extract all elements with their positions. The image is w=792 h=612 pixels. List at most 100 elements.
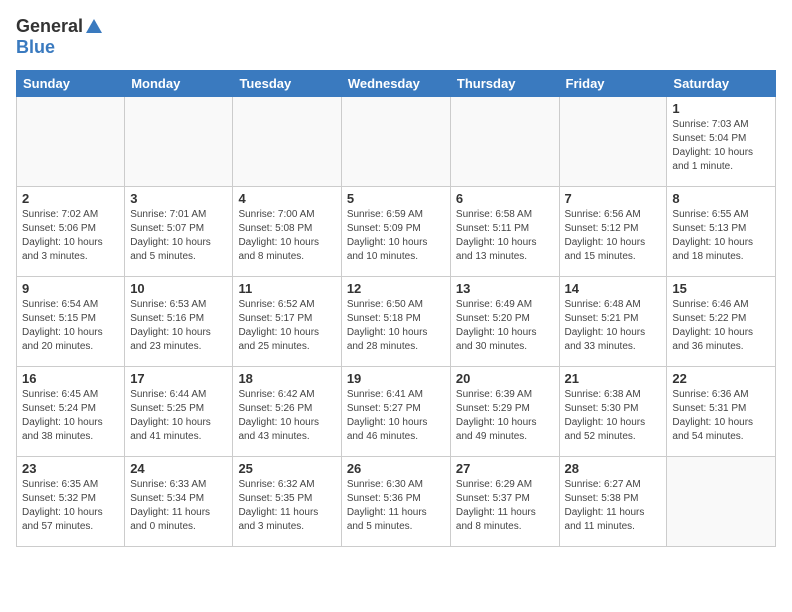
- day-number: 8: [672, 191, 770, 206]
- day-info: Sunrise: 7:02 AM Sunset: 5:06 PM Dayligh…: [22, 208, 119, 264]
- day-info: Sunrise: 6:38 AM Sunset: 5:30 PM Dayligh…: [565, 388, 662, 444]
- day-info: Sunrise: 6:54 AM Sunset: 5:15 PM Dayligh…: [22, 298, 119, 354]
- calendar-cell-w3d4: 20 Sunrise: 6:39 AM Sunset: 5:29 PM Dayli…: [450, 367, 559, 457]
- logo-icon: [85, 17, 103, 35]
- page-header: General Blue: [16, 16, 776, 58]
- calendar-cell-w2d6: 15 Sunrise: 6:46 AM Sunset: 5:22 PM Dayli…: [667, 277, 776, 367]
- day-info: Sunrise: 6:30 AM Sunset: 5:36 PM Dayligh…: [347, 478, 445, 534]
- day-info: Sunrise: 6:59 AM Sunset: 5:09 PM Dayligh…: [347, 208, 445, 264]
- day-number: 2: [22, 191, 119, 206]
- calendar-cell-w1d6: 8 Sunrise: 6:55 AM Sunset: 5:13 PM Daylig…: [667, 187, 776, 277]
- day-info: Sunrise: 6:46 AM Sunset: 5:22 PM Dayligh…: [672, 298, 770, 354]
- calendar-cell-w0d1: [125, 97, 233, 187]
- calendar-cell-w2d5: 14 Sunrise: 6:48 AM Sunset: 5:21 PM Dayli…: [559, 277, 667, 367]
- day-number: 27: [456, 461, 554, 476]
- calendar-cell-w1d3: 5 Sunrise: 6:59 AM Sunset: 5:09 PM Daylig…: [341, 187, 450, 277]
- day-number: 20: [456, 371, 554, 386]
- calendar-cell-w0d2: [233, 97, 341, 187]
- day-info: Sunrise: 6:32 AM Sunset: 5:35 PM Dayligh…: [238, 478, 335, 534]
- calendar-cell-w0d6: 1 Sunrise: 7:03 AM Sunset: 5:04 PM Daylig…: [667, 97, 776, 187]
- day-number: 12: [347, 281, 445, 296]
- day-info: Sunrise: 6:36 AM Sunset: 5:31 PM Dayligh…: [672, 388, 770, 444]
- week-row-0: 1 Sunrise: 7:03 AM Sunset: 5:04 PM Daylig…: [17, 97, 776, 187]
- calendar-cell-w1d4: 6 Sunrise: 6:58 AM Sunset: 5:11 PM Daylig…: [450, 187, 559, 277]
- weekday-header-row: SundayMondayTuesdayWednesdayThursdayFrid…: [17, 71, 776, 97]
- weekday-header-saturday: Saturday: [667, 71, 776, 97]
- calendar-cell-w1d0: 2 Sunrise: 7:02 AM Sunset: 5:06 PM Daylig…: [17, 187, 125, 277]
- day-number: 6: [456, 191, 554, 206]
- calendar-cell-w3d6: 22 Sunrise: 6:36 AM Sunset: 5:31 PM Dayli…: [667, 367, 776, 457]
- week-row-4: 23Sunrise: 6:35 AM Sunset: 5:32 PM Dayli…: [17, 457, 776, 547]
- day-info: Sunrise: 7:03 AM Sunset: 5:04 PM Dayligh…: [672, 118, 770, 174]
- day-number: 11: [238, 281, 335, 296]
- day-info: Sunrise: 6:33 AM Sunset: 5:34 PM Dayligh…: [130, 478, 227, 534]
- day-number: 26: [347, 461, 445, 476]
- day-number: 18: [238, 371, 335, 386]
- calendar-cell-w1d5: 7 Sunrise: 6:56 AM Sunset: 5:12 PM Daylig…: [559, 187, 667, 277]
- day-number: 25: [238, 461, 335, 476]
- weekday-header-sunday: Sunday: [17, 71, 125, 97]
- calendar-cell-w1d1: 3 Sunrise: 7:01 AM Sunset: 5:07 PM Daylig…: [125, 187, 233, 277]
- day-number: 19: [347, 371, 445, 386]
- day-number: 1: [672, 101, 770, 116]
- day-number: 28: [565, 461, 662, 476]
- day-info: Sunrise: 7:01 AM Sunset: 5:07 PM Dayligh…: [130, 208, 227, 264]
- calendar-cell-w1d2: 4Sunrise: 7:00 AM Sunset: 5:08 PM Daylig…: [233, 187, 341, 277]
- calendar-cell-w0d5: [559, 97, 667, 187]
- day-info: Sunrise: 6:35 AM Sunset: 5:32 PM Dayligh…: [22, 478, 119, 534]
- day-number: 7: [565, 191, 662, 206]
- week-row-1: 2 Sunrise: 7:02 AM Sunset: 5:06 PM Daylig…: [17, 187, 776, 277]
- calendar-cell-w4d0: 23Sunrise: 6:35 AM Sunset: 5:32 PM Dayli…: [17, 457, 125, 547]
- logo-general-text: General: [16, 16, 83, 37]
- day-number: 22: [672, 371, 770, 386]
- day-info: Sunrise: 6:39 AM Sunset: 5:29 PM Dayligh…: [456, 388, 554, 444]
- calendar-cell-w4d4: 27Sunrise: 6:29 AM Sunset: 5:37 PM Dayli…: [450, 457, 559, 547]
- day-info: Sunrise: 6:53 AM Sunset: 5:16 PM Dayligh…: [130, 298, 227, 354]
- calendar-cell-w0d3: [341, 97, 450, 187]
- day-info: Sunrise: 6:55 AM Sunset: 5:13 PM Dayligh…: [672, 208, 770, 264]
- day-info: Sunrise: 6:58 AM Sunset: 5:11 PM Dayligh…: [456, 208, 554, 264]
- day-number: 21: [565, 371, 662, 386]
- day-number: 16: [22, 371, 119, 386]
- calendar-cell-w2d1: 10 Sunrise: 6:53 AM Sunset: 5:16 PM Dayli…: [125, 277, 233, 367]
- weekday-header-wednesday: Wednesday: [341, 71, 450, 97]
- day-number: 24: [130, 461, 227, 476]
- weekday-header-thursday: Thursday: [450, 71, 559, 97]
- week-row-2: 9 Sunrise: 6:54 AM Sunset: 5:15 PM Daylig…: [17, 277, 776, 367]
- calendar-cell-w3d0: 16 Sunrise: 6:45 AM Sunset: 5:24 PM Dayli…: [17, 367, 125, 457]
- calendar-cell-w3d3: 19 Sunrise: 6:41 AM Sunset: 5:27 PM Dayli…: [341, 367, 450, 457]
- day-info: Sunrise: 6:27 AM Sunset: 5:38 PM Dayligh…: [565, 478, 662, 534]
- day-number: 3: [130, 191, 227, 206]
- calendar-cell-w2d3: 12 Sunrise: 6:50 AM Sunset: 5:18 PM Dayli…: [341, 277, 450, 367]
- day-info: Sunrise: 6:49 AM Sunset: 5:20 PM Dayligh…: [456, 298, 554, 354]
- calendar-cell-w0d4: [450, 97, 559, 187]
- weekday-header-monday: Monday: [125, 71, 233, 97]
- day-number: 10: [130, 281, 227, 296]
- day-info: Sunrise: 6:45 AM Sunset: 5:24 PM Dayligh…: [22, 388, 119, 444]
- day-number: 14: [565, 281, 662, 296]
- calendar-cell-w3d5: 21 Sunrise: 6:38 AM Sunset: 5:30 PM Dayli…: [559, 367, 667, 457]
- day-number: 9: [22, 281, 119, 296]
- calendar-cell-w3d1: 17 Sunrise: 6:44 AM Sunset: 5:25 PM Dayli…: [125, 367, 233, 457]
- day-info: Sunrise: 6:48 AM Sunset: 5:21 PM Dayligh…: [565, 298, 662, 354]
- week-row-3: 16 Sunrise: 6:45 AM Sunset: 5:24 PM Dayli…: [17, 367, 776, 457]
- calendar-cell-w4d1: 24 Sunrise: 6:33 AM Sunset: 5:34 PM Dayli…: [125, 457, 233, 547]
- day-info: Sunrise: 6:50 AM Sunset: 5:18 PM Dayligh…: [347, 298, 445, 354]
- calendar-cell-w4d3: 26 Sunrise: 6:30 AM Sunset: 5:36 PM Dayli…: [341, 457, 450, 547]
- calendar-cell-w2d4: 13Sunrise: 6:49 AM Sunset: 5:20 PM Dayli…: [450, 277, 559, 367]
- weekday-header-friday: Friday: [559, 71, 667, 97]
- day-info: Sunrise: 6:52 AM Sunset: 5:17 PM Dayligh…: [238, 298, 335, 354]
- calendar-cell-w4d5: 28 Sunrise: 6:27 AM Sunset: 5:38 PM Dayli…: [559, 457, 667, 547]
- calendar-table: SundayMondayTuesdayWednesdayThursdayFrid…: [16, 70, 776, 547]
- calendar-cell-w3d2: 18 Sunrise: 6:42 AM Sunset: 5:26 PM Dayli…: [233, 367, 341, 457]
- day-info: Sunrise: 7:00 AM Sunset: 5:08 PM Dayligh…: [238, 208, 335, 264]
- calendar-cell-w2d0: 9 Sunrise: 6:54 AM Sunset: 5:15 PM Daylig…: [17, 277, 125, 367]
- day-info: Sunrise: 6:44 AM Sunset: 5:25 PM Dayligh…: [130, 388, 227, 444]
- logo-blue-text: Blue: [16, 37, 55, 57]
- day-info: Sunrise: 6:41 AM Sunset: 5:27 PM Dayligh…: [347, 388, 445, 444]
- day-number: 5: [347, 191, 445, 206]
- day-number: 17: [130, 371, 227, 386]
- day-info: Sunrise: 6:42 AM Sunset: 5:26 PM Dayligh…: [238, 388, 335, 444]
- day-number: 15: [672, 281, 770, 296]
- day-info: Sunrise: 6:56 AM Sunset: 5:12 PM Dayligh…: [565, 208, 662, 264]
